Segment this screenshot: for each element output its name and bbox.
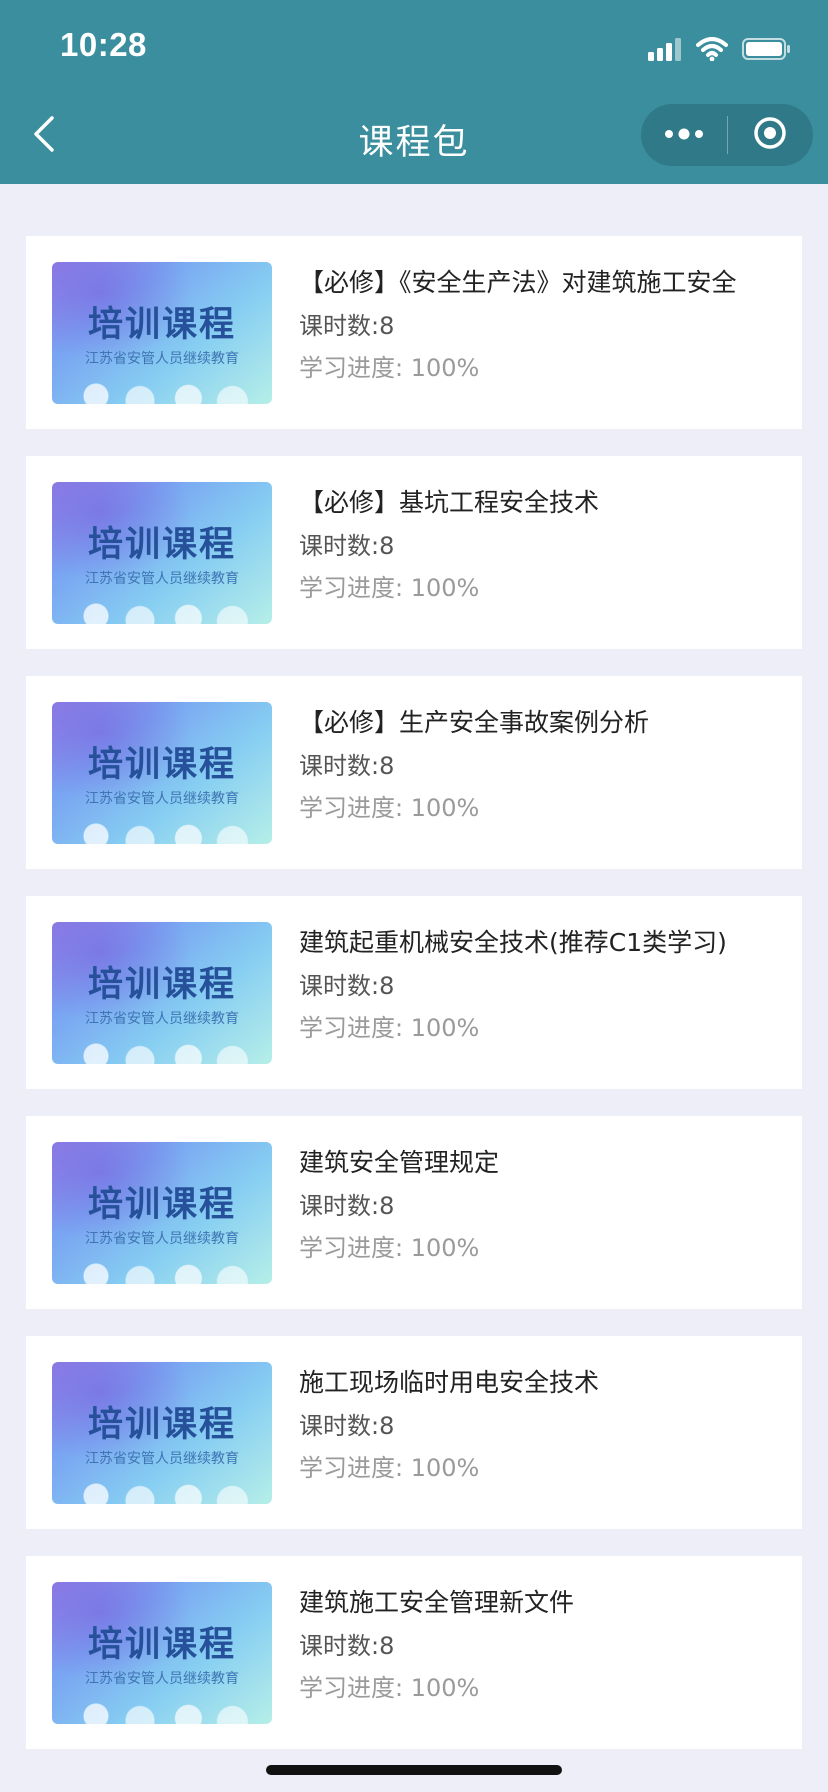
course-title: 建筑施工安全管理新文件: [299, 1588, 575, 1617]
course-card[interactable]: 培训课程 江苏省安管人员继续教育 【必修】基坑工程安全技术 课时数:8 学习进度: 10…: [26, 456, 802, 649]
course-hours: 课时数:8: [299, 1192, 395, 1220]
course-title: 【必修】基坑工程安全技术: [299, 488, 600, 517]
course-thumbnail: 培训课程江苏省安管人员继续教育: [52, 1362, 272, 1504]
thumbnail-subtitle: 江苏省安管人员继续教育: [85, 351, 239, 367]
status-time: 10:28: [60, 26, 147, 63]
course-title: 【必修】《安全生产法》对建筑施工安全: [299, 268, 737, 297]
more-button[interactable]: [641, 104, 727, 166]
course-hours: 课时数:8: [299, 1412, 395, 1440]
mini-program-capsule: [641, 104, 813, 166]
thumbnail-subtitle: 江苏省安管人员继续教育: [85, 1011, 239, 1027]
course-title: 建筑安全管理规定: [299, 1148, 500, 1177]
target-circle-icon: [752, 115, 788, 155]
battery-icon: [742, 37, 792, 65]
course-info: 建筑安全管理规定 课时数:8 学习进度: 100%: [299, 1146, 792, 1264]
course-title: 施工现场临时用电安全技术: [299, 1368, 600, 1397]
thumbnail-subtitle: 江苏省安管人员继续教育: [85, 1451, 239, 1467]
course-info: 【必修】《安全生产法》对建筑施工安全 课时数:8 学习进度: 100%: [299, 266, 792, 384]
course-card[interactable]: 培训课程 江苏省安管人员继续教育 【必修】生产安全事故案例分析 课时数:8 学习进度: …: [26, 676, 802, 869]
thumbnail-title: 培训课程: [87, 1625, 236, 1665]
course-thumbnail: 培训课程江苏省安管人员继续教育: [52, 1582, 272, 1724]
course-card[interactable]: 培训课程 江苏省安管人员继续教育 施工现场临时用电安全技术 课时数:8 学习进度: 10…: [26, 1336, 802, 1529]
more-dots-icon: [663, 126, 705, 145]
course-progress: 学习进度: 100%: [299, 794, 480, 822]
thumbnail-title: 培训课程: [87, 1405, 236, 1445]
course-thumbnail: 培训课程江苏省安管人员继续教育: [52, 922, 272, 1064]
status-icons: [648, 36, 792, 66]
course-hours: 课时数:8: [299, 1632, 395, 1660]
course-thumbnail: 培训课程江苏省安管人员继续教育: [52, 702, 272, 844]
course-hours: 课时数:8: [299, 312, 395, 340]
course-title: 建筑起重机械安全技术(推荐C1类学习): [299, 928, 727, 957]
header-bar: 10:28 课程包: [0, 0, 828, 184]
course-progress: 学习进度: 100%: [299, 574, 480, 602]
course-thumbnail: 培训课程江苏省安管人员继续教育: [52, 1142, 272, 1284]
wifi-icon: [696, 37, 728, 65]
course-info: 建筑起重机械安全技术(推荐C1类学习) 课时数:8 学习进度: 100%: [299, 926, 792, 1044]
course-hours: 课时数:8: [299, 532, 395, 560]
cellular-signal-icon: [648, 37, 682, 65]
course-info: 【必修】生产安全事故案例分析 课时数:8 学习进度: 100%: [299, 706, 792, 824]
thumbnail-subtitle: 江苏省安管人员继续教育: [85, 791, 239, 807]
course-title: 【必修】生产安全事故案例分析: [299, 708, 650, 737]
course-info: 【必修】基坑工程安全技术 课时数:8 学习进度: 100%: [299, 486, 792, 604]
course-list: 培训课程 江苏省安管人员继续教育 【必修】《安全生产法》对建筑施工安全 课时数:8 学习…: [26, 236, 802, 1776]
course-card[interactable]: 培训课程 江苏省安管人员继续教育 建筑起重机械安全技术(推荐C1类学习) 课时数:8 学…: [26, 896, 802, 1089]
home-indicator: [266, 1765, 562, 1775]
thumbnail-title: 培训课程: [87, 1185, 236, 1225]
thumbnail-subtitle: 江苏省安管人员继续教育: [85, 1231, 239, 1247]
thumbnail-subtitle: 江苏省安管人员继续教育: [85, 1671, 239, 1687]
course-info: 建筑施工安全管理新文件 课时数:8 学习进度: 100%: [299, 1586, 792, 1704]
thumbnail-title: 培训课程: [87, 965, 236, 1005]
course-hours: 课时数:8: [299, 972, 395, 1000]
course-progress: 学习进度: 100%: [299, 354, 480, 382]
course-thumbnail: 培训课程江苏省安管人员继续教育: [52, 262, 272, 404]
course-card[interactable]: 培训课程 江苏省安管人员继续教育 建筑安全管理规定 课时数:8 学习进度: 100%: [26, 1116, 802, 1309]
course-card[interactable]: 培训课程 江苏省安管人员继续教育 【必修】《安全生产法》对建筑施工安全 课时数:8 学习…: [26, 236, 802, 429]
thumbnail-title: 培训课程: [87, 525, 236, 565]
course-progress: 学习进度: 100%: [299, 1014, 480, 1042]
course-progress: 学习进度: 100%: [299, 1234, 480, 1262]
course-card[interactable]: 培训课程 江苏省安管人员继续教育 建筑施工安全管理新文件 课时数:8 学习进度: 100…: [26, 1556, 802, 1749]
close-button[interactable]: [728, 104, 814, 166]
thumbnail-subtitle: 江苏省安管人员继续教育: [85, 571, 239, 587]
course-progress: 学习进度: 100%: [299, 1454, 480, 1482]
course-thumbnail: 培训课程江苏省安管人员继续教育: [52, 482, 272, 624]
thumbnail-title: 培训课程: [87, 305, 236, 345]
course-hours: 课时数:8: [299, 752, 395, 780]
course-progress: 学习进度: 100%: [299, 1674, 480, 1702]
thumbnail-title: 培训课程: [87, 745, 236, 785]
course-info: 施工现场临时用电安全技术 课时数:8 学习进度: 100%: [299, 1366, 792, 1484]
